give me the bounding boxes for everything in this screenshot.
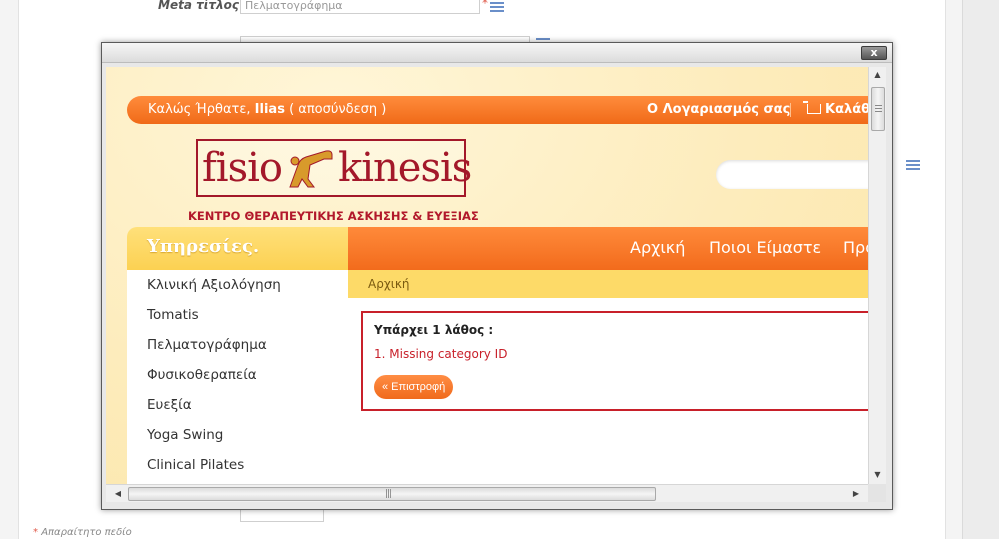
sidebar-item-clinical-pilates[interactable]: Clinical Pilates: [147, 457, 244, 473]
cart-icon: [803, 101, 821, 114]
required-field-note: * Απαραίτητο πεδίο: [33, 527, 132, 538]
services-sidebar: Κλινική Αξιολόγηση Tomatis Πελματογράφημ…: [127, 270, 348, 484]
welcome-message: Καλώς Ήρθατε, Ilias ( αποσύνδεση ): [148, 102, 387, 117]
logout-link[interactable]: ( αποσύνδεση ): [289, 102, 386, 117]
sidebar-item-podography[interactable]: Πελματογράφημα: [147, 337, 267, 353]
nav-item-home[interactable]: Αρχική: [630, 238, 685, 257]
error-message: 1. Missing category ID: [374, 347, 508, 361]
modal-title-bar: x: [102, 43, 892, 63]
scroll-up-arrow-icon[interactable]: ▲: [869, 67, 886, 83]
scroll-right-arrow-icon[interactable]: ▶: [848, 485, 864, 502]
site-topbar: Καλώς Ήρθατε, Ilias ( αποσύνδεση ) Ο Λογ…: [127, 96, 868, 124]
modal-iframe-viewport: Καλώς Ήρθατε, Ilias ( αποσύνδεση ) Ο Λογ…: [106, 67, 868, 484]
yoga-figure-icon: [289, 150, 333, 188]
close-button[interactable]: x: [861, 46, 887, 60]
logo-tagline: ΚΕΝΤΡΟ ΘΕΡΑΠΕΥΤΙΚΗΣ ΑΣΚΗΣΗΣ & ΕΥΕΞΙΑΣ: [188, 209, 479, 223]
sidebar-item-wellness[interactable]: Ευεξία: [147, 397, 192, 413]
error-title: Υπάρχει 1 λάθος :: [374, 323, 494, 337]
scroll-left-arrow-icon[interactable]: ◀: [110, 485, 126, 502]
modal-dialog: x Καλώς Ήρθατε, Ilias ( αποσύνδεση ) Ο Λ…: [101, 42, 893, 510]
vertical-scroll-thumb[interactable]: [871, 87, 885, 131]
site-logo[interactable]: fisio kinesis: [196, 139, 472, 197]
logo-word-fisio: fisio: [202, 145, 283, 191]
scroll-down-arrow-icon[interactable]: ▼: [869, 467, 886, 483]
meta-title-input[interactable]: Πελματογράφημα: [240, 0, 480, 14]
scrollbar-corner: [868, 484, 886, 502]
logo-word-kinesis: kinesis: [338, 145, 472, 191]
meta-title-label: Meta τίτλος: [158, 0, 240, 12]
error-box: Υπάρχει 1 λάθος : 1. Missing category ID…: [361, 311, 868, 411]
search-input[interactable]: [716, 160, 868, 189]
horizontal-scrollbar[interactable]: ◀ ||| ▶: [106, 484, 868, 502]
vertical-scrollbar[interactable]: ▲ ▼: [868, 67, 886, 484]
main-nav: Αρχική Ποιοι Είμαστε Προ: [348, 227, 868, 270]
services-heading: Υπηρεσίες.: [127, 227, 348, 270]
nav-item-more[interactable]: Προ: [843, 238, 868, 257]
back-button[interactable]: « Επιστροφή: [374, 375, 454, 399]
horizontal-scroll-thumb[interactable]: |||: [128, 487, 656, 501]
nav-item-about[interactable]: Ποιοι Είμαστε: [709, 238, 821, 257]
sidebar-item-tomatis[interactable]: Tomatis: [147, 307, 199, 323]
list-icon[interactable]: [490, 2, 504, 12]
meta-title-required-mark: *: [482, 0, 488, 10]
sidebar-item-yoga-swing[interactable]: Yoga Swing: [147, 427, 223, 443]
breadcrumb-home[interactable]: Αρχική: [368, 277, 410, 291]
account-link[interactable]: Ο Λογαριασμός σας: [647, 96, 790, 124]
topbar-divider: [790, 103, 791, 117]
cart-link[interactable]: Καλάθι: [803, 96, 868, 124]
list-icon[interactable]: [906, 160, 920, 170]
admin-right-bar: [962, 0, 999, 539]
username: Ilias: [254, 102, 285, 117]
breadcrumb: Αρχική: [348, 270, 868, 298]
sidebar-item-clinical-assessment[interactable]: Κλινική Αξιολόγηση: [147, 277, 281, 293]
sidebar-item-physiotherapy[interactable]: Φυσικοθεραπεία: [147, 367, 257, 383]
